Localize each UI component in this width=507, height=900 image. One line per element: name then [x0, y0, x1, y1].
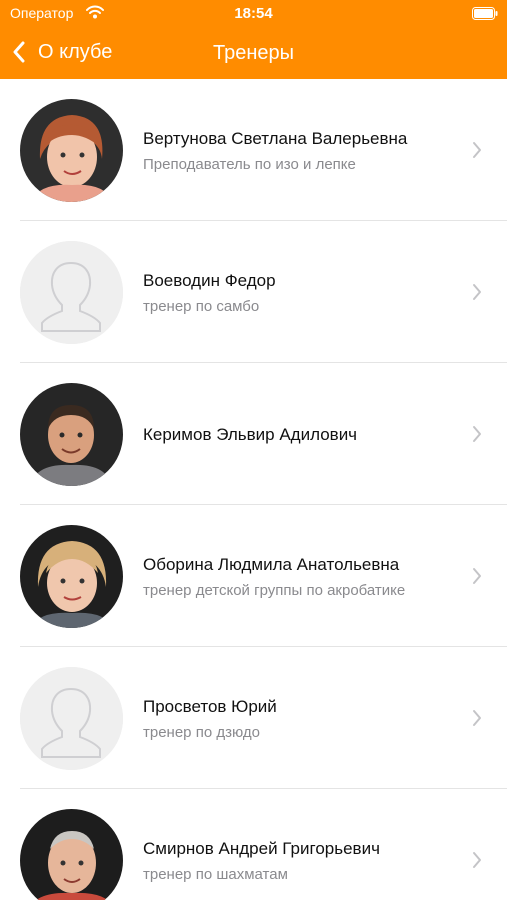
battery-icon [472, 7, 498, 20]
placeholder-person-icon [20, 667, 123, 770]
navigation-bar: О клубе Тренеры [0, 30, 507, 75]
avatar [20, 667, 123, 770]
trainer-row[interactable]: Оборина Людмила Анатольевна тренер детск… [0, 505, 507, 647]
trainer-role: тренер детской группы по акробатике [143, 582, 406, 599]
trainer-name: Керимов Эльвир Адилович [143, 425, 358, 444]
avatar [20, 383, 123, 486]
avatar [20, 809, 123, 900]
trainer-name: Оборина Людмила Анатольевна [143, 555, 400, 574]
chevron-right-icon [473, 426, 481, 442]
trainer-role: тренер по дзюдо [143, 724, 260, 741]
trainer-list: Вертунова Светлана Валерьевна Преподават… [0, 79, 507, 900]
trainer-name: Просветов Юрий [143, 697, 277, 716]
chevron-right-icon [473, 142, 481, 158]
chevron-right-icon [473, 710, 481, 726]
trainer-role: тренер по самбо [143, 298, 260, 315]
status-bar: Оператор 18:54 [0, 0, 507, 28]
trainer-role: Преподаватель по изо и лепке [143, 156, 356, 173]
trainer-name: Вертунова Светлана Валерьевна [143, 129, 408, 148]
page-title: Тренеры [212, 42, 294, 64]
avatar [20, 525, 123, 628]
trainer-name: Воеводин Федор [143, 271, 276, 290]
trainer-name: Смирнов Андрей Григорьевич [143, 839, 380, 858]
placeholder-person-icon [20, 241, 123, 344]
trainer-role: тренер по шахматам [143, 866, 288, 883]
clock: 18:54 [234, 5, 273, 22]
chevron-right-icon [473, 852, 481, 868]
trainer-row[interactable]: Керимов Эльвир Адилович [0, 363, 507, 505]
chevron-right-icon [473, 568, 481, 584]
app-header: Оператор 18:54 О клубе Тренеры [0, 0, 507, 79]
chevron-right-icon [473, 284, 481, 300]
trainer-row[interactable]: Воеводин Федор тренер по самбо [0, 221, 507, 363]
avatar [20, 241, 123, 344]
trainer-row[interactable]: Вертунова Светлана Валерьевна Преподават… [0, 79, 507, 221]
trainer-row[interactable]: Просветов Юрий тренер по дзюдо [0, 647, 507, 789]
trainer-row[interactable]: Смирнов Андрей Григорьевич тренер по шах… [0, 789, 507, 900]
avatar [20, 99, 123, 202]
